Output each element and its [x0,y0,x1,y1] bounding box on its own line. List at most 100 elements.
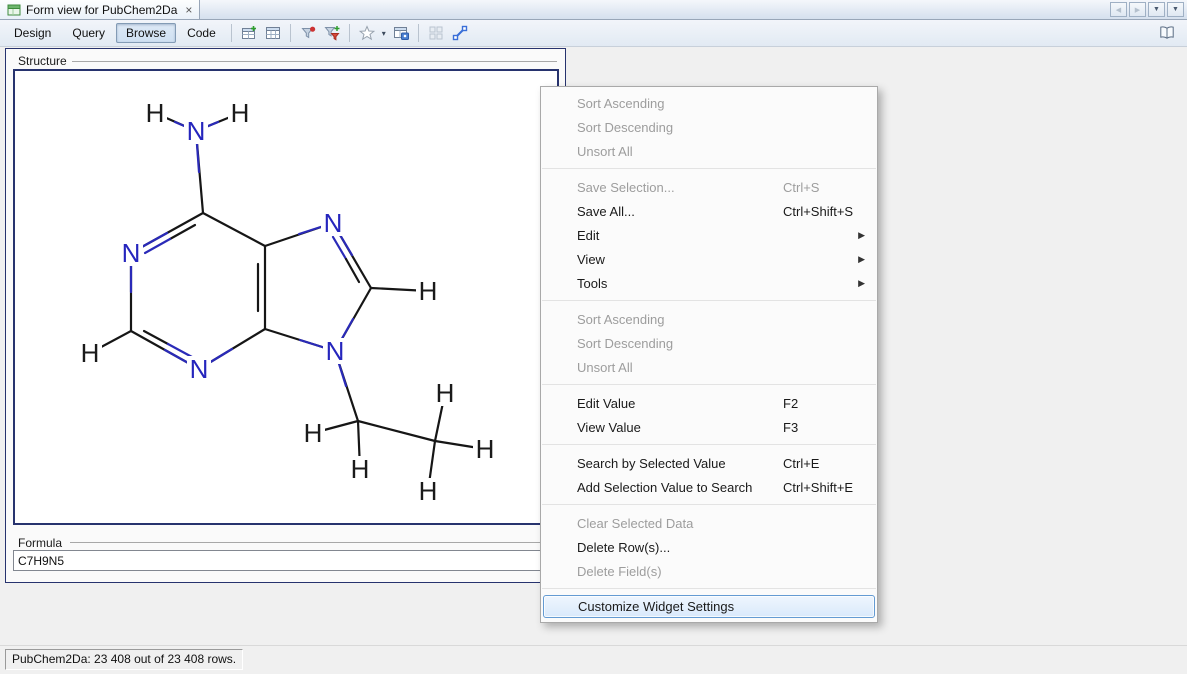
menu-item-shortcut: F3 [783,420,798,435]
menu-item-label: View Value [577,420,641,435]
formula-field[interactable] [13,550,559,571]
mode-button-query[interactable]: Query [62,23,115,43]
menu-item-tools[interactable]: Tools▶ [543,271,875,295]
atom-label: N [122,238,141,268]
menu-item-sort-ascending: Sort Ascending [543,307,875,331]
menu-item-shortcut: Ctrl+E [783,456,819,471]
mode-button-browse[interactable]: Browse [116,23,176,43]
status-bar: PubChem2Da: 23 408 out of 23 408 rows. [0,645,1187,674]
atom-label: H [419,276,438,306]
star-dropdown-caret-icon[interactable]: ▾ [379,29,389,38]
menu-separator [542,300,876,301]
form-view-icon [7,3,21,17]
scroll-tabs-left-button: ◀ [1110,2,1127,17]
menu-item-shortcut: F2 [783,396,798,411]
menu-item-label: Sort Descending [577,120,673,135]
tab-form-view[interactable]: Form view for PubChem2Da × [0,0,200,19]
menu-separator [542,384,876,385]
toolbar-separator [349,24,350,42]
toolbar-right-group [1155,22,1187,44]
menu-item-label: Tools [577,276,607,291]
molecule-structure: H N H N H N N H N H H H H H [15,71,557,523]
content-area: Structure [0,48,1187,645]
menu-item-clear-selected-data: Clear Selected Data [543,511,875,535]
menu-item-label: Delete Field(s) [577,564,662,579]
new-form-table-icon[interactable] [237,22,261,44]
menu-item-shortcut: Ctrl+S [783,180,819,195]
filter-add-icon[interactable] [320,22,344,44]
menu-item-view-value[interactable]: View Value F3 [543,415,875,439]
menu-item-view[interactable]: View ▶ [543,247,875,271]
mode-button-design[interactable]: Design [4,23,61,43]
menu-item-save-all[interactable]: Save All... Ctrl+Shift+S [543,199,875,223]
menu-item-save-selection: Save Selection... Ctrl+S [543,175,875,199]
menu-item-sort-ascending: Sort Ascending [543,91,875,115]
menu-item-label: Clear Selected Data [577,516,693,531]
menu-item-customize-widget-settings[interactable]: Customize Widget Settings [543,595,875,618]
menu-item-edit-value[interactable]: Edit Value F2 [543,391,875,415]
tab-controls: ◀▶▼▼ [1110,2,1184,17]
scroll-tabs-right-button: ▶ [1129,2,1146,17]
menu-item-label: Search by Selected Value [577,456,726,471]
atom-label: N [190,354,209,384]
menu-item-shortcut: Ctrl+Shift+S [783,204,853,219]
submenu-arrow-icon: ▶ [858,254,865,265]
atom-label: H [436,378,455,408]
menu-item-label: Edit [577,228,599,243]
toolbar-separator [418,24,419,42]
menu-item-label: Save Selection... [577,180,675,195]
structure-widget-label: Structure [18,54,67,68]
widget-grid-icon[interactable] [424,22,448,44]
table-lock-icon[interactable] [389,22,413,44]
menu-separator [542,444,876,445]
menu-item-unsort-all: Unsort All [543,139,875,163]
status-row-count: PubChem2Da: 23 408 out of 23 408 rows. [5,649,243,670]
menu-item-search-by-selected-value[interactable]: Search by Selected Value Ctrl+E [543,451,875,475]
menu-item-unsort-all: Unsort All [543,355,875,379]
structure-editor-icon[interactable] [448,22,472,44]
toolbar-separator [231,24,232,42]
menu-separator [542,168,876,169]
atom-label: H [231,98,250,128]
menu-item-label: Edit Value [577,396,635,411]
menu-item-label: Add Selection Value to Search [577,480,752,495]
filter-icon[interactable] [296,22,320,44]
menu-separator [542,588,876,589]
menu-item-shortcut: Ctrl+Shift+E [783,480,853,495]
menu-item-label: Customize Widget Settings [578,599,734,614]
menu-item-label: Delete Row(s)... [577,540,670,555]
tab-close-icon[interactable]: × [185,3,192,17]
atom-label: H [419,476,438,506]
favorites-star-icon[interactable] [355,22,379,44]
tab-title: Form view for PubChem2Da [26,3,177,17]
menu-item-sort-descending: Sort Descending [543,115,875,139]
submenu-arrow-icon: ▶ [858,230,865,241]
menu-item-label: Sort Ascending [577,312,664,327]
formula-widget-label: Formula [18,536,62,550]
menu-item-delete-field-s: Delete Field(s) [543,559,875,583]
atom-label: H [146,98,165,128]
form-view-panel: Structure [5,48,566,583]
grid-view-table-icon[interactable] [261,22,285,44]
menu-item-label: View [577,252,605,267]
library-book-icon[interactable] [1155,22,1179,44]
formula-group-line [70,542,557,543]
menu-item-add-selection-value-to-search[interactable]: Add Selection Value to Search Ctrl+Shift+… [543,475,875,499]
structure-group-line [72,61,557,62]
menu-item-sort-descending: Sort Descending [543,331,875,355]
toolbar-separator [290,24,291,42]
menu-item-delete-row-s[interactable]: Delete Row(s)... [543,535,875,559]
structure-widget[interactable]: H N H N H N N H N H H H H H [13,69,559,525]
menu-item-label: Sort Descending [577,336,673,351]
toolbar: DesignQueryBrowseCode [0,20,1187,47]
menu-item-label: Unsort All [577,360,633,375]
tab-bar: Form view for PubChem2Da × ◀▶▼▼ [0,0,1187,20]
menu-item-edit[interactable]: Edit ▶ [543,223,875,247]
menu-separator [542,504,876,505]
atom-label: H [81,338,100,368]
mode-button-code[interactable]: Code [177,23,226,43]
window-menu-button[interactable]: ▼ [1167,2,1184,17]
menu-item-label: Save All... [577,204,635,219]
atom-label: N [326,336,345,366]
tab-list-button[interactable]: ▼ [1148,2,1165,17]
